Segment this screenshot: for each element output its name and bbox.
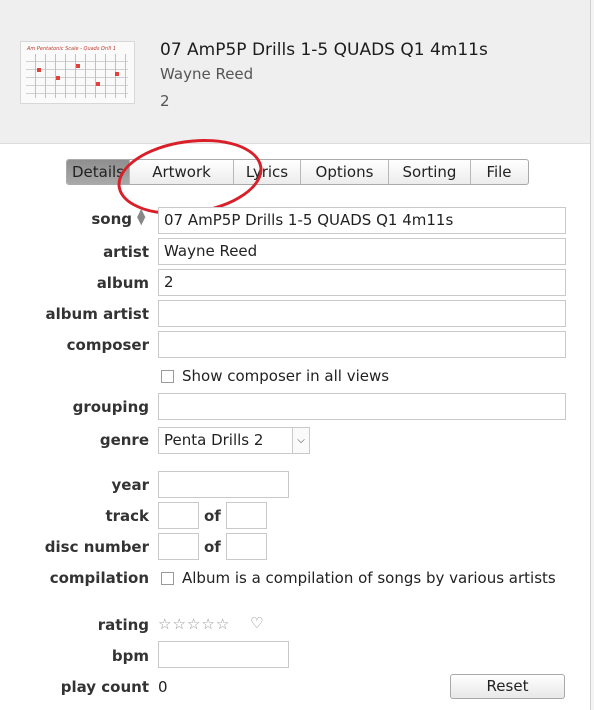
- album-artwork-thumbnail[interactable]: Am Pentatonic Scale - Quads Drill 1: [20, 41, 135, 104]
- compilation-checkbox[interactable]: [161, 572, 174, 585]
- artwork-dot: [115, 72, 119, 76]
- genre-label: genre: [99, 431, 149, 449]
- album-artist-label: album artist: [45, 305, 149, 323]
- header-track-title: 07 AmP5P Drills 1-5 QUADS Q1 4m11s: [160, 40, 488, 60]
- star-outline-icon[interactable]: ☆: [216, 615, 230, 633]
- tab-lyrics[interactable]: Lyrics: [234, 160, 301, 184]
- play-count-value: 0: [158, 678, 168, 696]
- disc-total-field[interactable]: [226, 533, 267, 560]
- genre-select[interactable]: Penta Drills 2: [158, 427, 293, 454]
- album-label: album: [96, 274, 149, 292]
- rating-label: rating: [97, 616, 149, 634]
- reset-button[interactable]: Reset: [450, 674, 565, 699]
- star-outline-icon[interactable]: ☆: [187, 615, 201, 633]
- artwork-dot: [37, 68, 41, 72]
- play-count-label: play count: [60, 678, 149, 696]
- bpm-label: bpm: [111, 647, 149, 665]
- artwork-caption: Am Pentatonic Scale - Quads Drill 1: [27, 46, 116, 52]
- artist-label: artist: [103, 243, 149, 261]
- grouping-label: grouping: [72, 398, 149, 416]
- tab-artwork[interactable]: Artwork: [130, 160, 234, 184]
- track-header: Am Pentatonic Scale - Quads Drill 1 07 A…: [0, 0, 590, 144]
- chevron-down-icon[interactable]: ⌵: [292, 427, 310, 454]
- track-number-field[interactable]: [158, 502, 199, 529]
- artwork-dot: [56, 76, 60, 80]
- show-composer-checkbox[interactable]: [161, 370, 174, 383]
- track-label: track: [105, 507, 149, 525]
- header-artist: Wayne Reed: [160, 65, 254, 83]
- year-label: year: [111, 476, 149, 494]
- sort-updown-icon[interactable]: ▲ ▼: [137, 207, 145, 226]
- track-of-label: of: [204, 507, 221, 525]
- artwork-dot: [96, 82, 100, 86]
- tab-file[interactable]: File: [471, 160, 527, 184]
- artwork-diagram: [26, 54, 128, 98]
- tab-options[interactable]: Options: [301, 160, 389, 184]
- header-album: 2: [160, 92, 170, 110]
- disc-of-label: of: [204, 538, 221, 556]
- compilation-label: compilation: [49, 569, 149, 587]
- year-field[interactable]: [158, 471, 289, 498]
- rating-stars[interactable]: ☆☆☆☆☆: [158, 615, 230, 633]
- composer-field[interactable]: [158, 331, 566, 358]
- composer-label: composer: [66, 336, 149, 354]
- compilation-checkbox-label: Album is a compilation of songs by vario…: [182, 569, 556, 587]
- track-total-field[interactable]: [226, 502, 267, 529]
- star-outline-icon[interactable]: ☆: [201, 615, 215, 633]
- artwork-dot: [76, 64, 80, 68]
- disc-number-label: disc number: [44, 538, 149, 556]
- window-edge: [590, 0, 594, 710]
- album-artist-field[interactable]: [158, 300, 566, 327]
- tab-details[interactable]: Details: [67, 160, 130, 184]
- bpm-field[interactable]: [158, 641, 289, 668]
- tab-bar: Details Artwork Lyrics Options Sorting F…: [66, 159, 529, 185]
- star-outline-icon[interactable]: ☆: [172, 615, 186, 633]
- disc-number-field[interactable]: [158, 533, 199, 560]
- artist-field[interactable]: Wayne Reed: [158, 238, 566, 265]
- tab-sorting[interactable]: Sorting: [389, 160, 471, 184]
- song-field[interactable]: 07 AmP5P Drills 1-5 QUADS Q1 4m11s: [158, 207, 566, 234]
- show-composer-label: Show composer in all views: [182, 367, 390, 385]
- heart-outline-icon[interactable]: ♡: [250, 614, 263, 632]
- grouping-field[interactable]: [158, 393, 566, 420]
- album-field[interactable]: 2: [158, 269, 566, 296]
- star-outline-icon[interactable]: ☆: [158, 615, 172, 633]
- song-label: song: [91, 210, 132, 228]
